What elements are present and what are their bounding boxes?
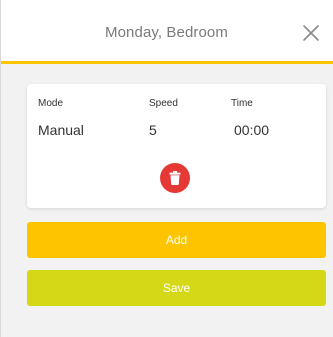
close-button[interactable] <box>302 24 320 42</box>
speed-value[interactable]: 5 <box>149 122 157 138</box>
trash-icon <box>169 171 181 185</box>
dialog-left-border <box>0 0 1 337</box>
time-label: Time <box>231 98 253 109</box>
delete-button[interactable] <box>160 163 190 193</box>
speed-label: Speed <box>149 98 178 109</box>
dialog-header: Monday, Bedroom <box>0 0 333 62</box>
save-button[interactable]: Save <box>27 270 326 306</box>
mode-value[interactable]: Manual <box>38 122 84 138</box>
dialog: Monday, Bedroom Mode Speed Time Manual 5… <box>0 0 333 337</box>
close-icon <box>303 25 319 41</box>
schedule-card: Mode Speed Time Manual 5 00:00 <box>27 84 326 208</box>
time-value[interactable]: 00:00 <box>234 122 269 138</box>
add-button[interactable]: Add <box>27 222 326 258</box>
dialog-title: Monday, Bedroom <box>105 24 228 41</box>
mode-label: Mode <box>38 98 64 109</box>
